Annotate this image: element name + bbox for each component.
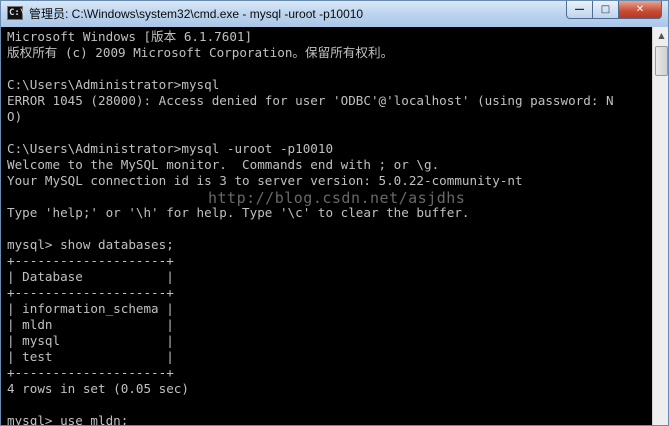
console-line: | mldn |: [7, 317, 174, 332]
console-line: | Database |: [7, 269, 174, 284]
minimize-button[interactable]: —: [566, 1, 592, 19]
close-button[interactable]: ✕: [618, 1, 662, 19]
vertical-scrollbar[interactable]: ▲: [652, 27, 668, 425]
console-line: Your MySQL connection id is 3 to server …: [7, 173, 523, 188]
console-line: Welcome to the MySQL monitor. Commands e…: [7, 157, 440, 172]
console-line: +--------------------+: [7, 253, 174, 268]
console-line: +--------------------+: [7, 365, 174, 380]
console-line: 版权所有 (c) 2009 Microsoft Corporation。保留所有…: [7, 45, 394, 60]
console-line: Microsoft Windows [版本 6.1.7601]: [7, 29, 253, 44]
console-icon-glyph: C:\: [9, 8, 26, 18]
console-line: C:\Users\Administrator>mysql -uroot -p10…: [7, 141, 334, 156]
console-output[interactable]: Microsoft Windows [版本 6.1.7601] 版权所有 (c) …: [1, 27, 652, 426]
console-line: | mysql |: [7, 333, 174, 348]
console-line: Type 'help;' or '\h' for help. Type '\c'…: [7, 205, 470, 220]
console-line: C:\Users\Administrator>mysql: [7, 77, 220, 92]
console-line: | test |: [7, 349, 174, 364]
console-line: O): [7, 109, 23, 124]
console-line: ERROR 1045 (28000): Access denied for us…: [7, 93, 614, 108]
console-line: +--------------------+: [7, 285, 174, 300]
console-line: mysql> show databases;: [7, 237, 174, 252]
console-line: 4 rows in set (0.05 sec): [7, 381, 189, 396]
scroll-thumb[interactable]: [655, 46, 668, 76]
console-icon[interactable]: C:\: [7, 6, 26, 20]
title-bar[interactable]: C:\ 管理员: C:\Windows\system32\cmd.exe - m…: [1, 1, 668, 27]
cmd-window: C:\ 管理员: C:\Windows\system32\cmd.exe - m…: [0, 0, 669, 426]
maximize-button[interactable]: □: [592, 1, 618, 19]
console-line: | information_schema |: [7, 301, 174, 316]
console-text: Microsoft Windows [版本 6.1.7601] 版权所有 (c) …: [1, 27, 652, 426]
window-title: 管理员: C:\Windows\system32\cmd.exe - mysql…: [29, 7, 364, 21]
console-line: mysql> use mldn;: [7, 413, 129, 426]
scroll-up-arrow-icon[interactable]: ▲: [653, 27, 668, 44]
caption-buttons: — □ ✕: [566, 1, 662, 19]
